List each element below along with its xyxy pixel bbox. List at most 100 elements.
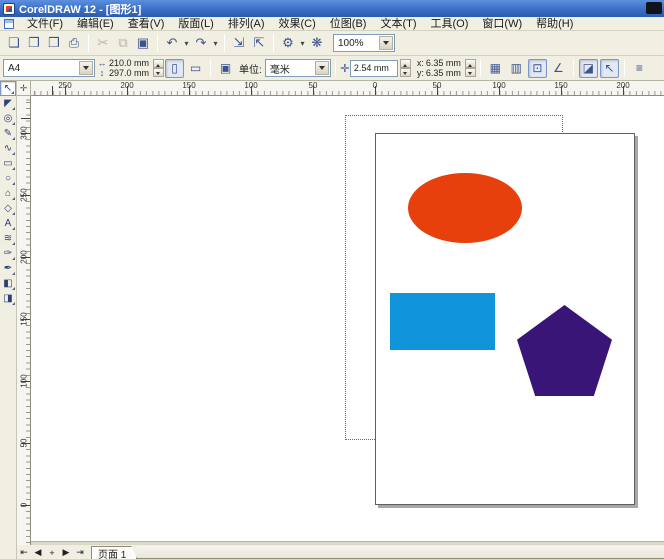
open-button[interactable]: ❐ (24, 33, 44, 53)
units-combo[interactable]: 毫米 (264, 59, 331, 77)
v-ruler-label: 50 (19, 438, 29, 448)
menu-items: 文件(F) 编辑(E) 查看(V) 版面(L) 排列(A) 效果(C) 位图(B) 文本(T)… (20, 17, 580, 31)
export-button[interactable]: ⇱ (249, 33, 269, 53)
menu-文件(F)[interactable]: 文件(F) (20, 17, 70, 31)
copy-button[interactable]: ⧉ (113, 33, 133, 53)
menu-帮助(H)[interactable]: 帮助(H) (529, 17, 580, 31)
units-value: 毫米 (269, 64, 290, 76)
portrait-button[interactable]: ▯ (165, 58, 185, 78)
paper-preset-combo[interactable]: A4 (3, 59, 95, 77)
title-bar: CorelDRAW 12 - [图形1] (0, 0, 664, 17)
app-launcher-button-dropdown-icon[interactable]: ▾ (298, 39, 307, 48)
menu-效果(C)[interactable]: 效果(C) (272, 17, 323, 31)
window-controls[interactable] (646, 2, 662, 14)
ellipse-tool[interactable]: ○ (0, 171, 16, 186)
last-page-button[interactable]: ⇥ (73, 546, 87, 559)
landscape-button[interactable]: ▭ (186, 59, 205, 78)
paste-button[interactable]: ▣ (133, 33, 153, 53)
treat-as-filled-button[interactable]: ◪ (578, 58, 598, 78)
menu-版面(L)[interactable]: 版面(L) (171, 17, 220, 31)
zoom-dropdown-arrow-icon[interactable] (379, 36, 393, 50)
v-ruler-label: 150 (19, 312, 29, 326)
standard-toolbar: ❏ ❐ ❒ ⎙ ✂ ⧉ ▣ ↶ ▾ ↷ ▾ ⇲ ⇱ ⚙ ▾ ❋ 100% (0, 31, 664, 56)
options-button[interactable]: ≡ (630, 59, 649, 78)
paper-preset-arrow-icon[interactable] (79, 61, 93, 75)
drawing-canvas[interactable] (31, 96, 664, 541)
eyedropper-tool[interactable]: ✑ (0, 246, 16, 261)
undo-button-dropdown-icon[interactable]: ▾ (182, 39, 191, 48)
dynamic-guides-button[interactable]: ∠ (549, 59, 568, 78)
standard-toolbar-buttons: ❏ ❐ ❒ ⎙ ✂ ⧉ ▣ ↶ ▾ ↷ ▾ ⇲ ⇱ ⚙ ▾ ❋ (4, 33, 327, 53)
nudge-spinner[interactable] (399, 59, 411, 77)
duplicate-x-value[interactable]: 6.35 mm (426, 58, 461, 68)
menu-窗口(W)[interactable]: 窗口(W) (475, 17, 529, 31)
interactive-blend-tool[interactable]: ≋ (0, 231, 16, 246)
v-ruler-label: 200 (19, 250, 29, 264)
tab-strip (137, 546, 664, 559)
v-ruler-label: 250 (19, 188, 29, 202)
polygon-tool[interactable]: ⌂ (0, 186, 16, 201)
redo-button-dropdown-icon[interactable]: ▾ (211, 39, 220, 48)
pick-tool[interactable]: ↖ (0, 81, 16, 96)
snap-to-guidelines-button[interactable]: ▥ (507, 59, 526, 78)
save-button[interactable]: ❒ (44, 33, 64, 53)
corel-online-button[interactable]: ❋ (307, 33, 327, 53)
coreldraw-window: { "window": { "title": "CorelDRAW 12 - [… (0, 0, 664, 559)
page-navigator: ⇤ ◀ + ▶ ⇥ 页面 1 (17, 545, 664, 559)
snap-to-objects-button[interactable]: ⊡ (527, 58, 547, 78)
menu-编辑(E)[interactable]: 编辑(E) (70, 17, 121, 31)
dual-page-button[interactable]: ▣ (216, 59, 235, 78)
rectangle-tool[interactable]: ▭ (0, 156, 16, 171)
snap-to-grid-button[interactable]: ▦ (486, 59, 505, 78)
paper-preset-value: A4 (8, 62, 21, 74)
horizontal-ruler[interactable]: 250 200 150 100 50 0 50 100 150 200 (31, 81, 664, 96)
fill-tool[interactable]: ◧ (0, 276, 16, 291)
cut-button[interactable]: ✂ (93, 33, 113, 53)
vertical-ruler[interactable]: 300 250 200 150 100 50 0 (17, 96, 31, 545)
separator (88, 34, 89, 52)
paper-height-value[interactable]: 297.0 mm (109, 68, 149, 78)
nudge-offset-field[interactable]: 2.54 mm (349, 59, 398, 77)
ellipse-shape[interactable] (408, 173, 522, 243)
document-icon[interactable] (4, 18, 14, 29)
prev-page-button[interactable]: ◀ (31, 546, 45, 559)
menu-排列(A)[interactable]: 排列(A) (221, 17, 272, 31)
new-button[interactable]: ❏ (4, 33, 24, 53)
units-arrow-icon[interactable] (314, 61, 329, 75)
zoom-level-combo[interactable]: 100% (333, 34, 395, 52)
outline-tool[interactable]: ✒ (0, 261, 16, 276)
undo-button[interactable]: ↶ (162, 33, 182, 53)
h-ruler-label: 250 (58, 81, 72, 90)
interactive-fill-tool[interactable]: ◨ (0, 291, 16, 306)
smart-drawing-tool[interactable]: ∿ (0, 141, 16, 156)
basic-shapes-tool[interactable]: ◇ (0, 201, 16, 216)
duplicate-y-value[interactable]: 6.35 mm (426, 68, 461, 78)
rectangle-shape[interactable] (390, 293, 495, 350)
paper-width-value[interactable]: 210.0 mm (109, 58, 149, 68)
print-button[interactable]: ⎙ (64, 33, 84, 53)
duplicate-x-label: x: (416, 58, 424, 68)
paper-size-spinner[interactable] (153, 59, 165, 77)
menu-位图(B)[interactable]: 位图(B) (323, 17, 374, 31)
add-page-button[interactable]: + (45, 546, 59, 559)
h-ruler-label: 50 (308, 81, 318, 90)
import-button[interactable]: ⇲ (229, 33, 249, 53)
menu-文本(T)[interactable]: 文本(T) (373, 17, 423, 31)
ruler-origin-button[interactable]: ✛ (17, 81, 31, 96)
v-ruler-label: 100 (19, 374, 29, 388)
first-page-button[interactable]: ⇤ (17, 546, 31, 559)
marquee-pick-button[interactable]: ↖ (599, 58, 619, 78)
zoom-tool[interactable]: ◎ (0, 111, 16, 126)
freehand-tool[interactable]: ✎ (0, 126, 16, 141)
text-tool[interactable]: A (0, 216, 16, 231)
menu-查看(V)[interactable]: 查看(V) (121, 17, 172, 31)
duplicate-distance-spinner[interactable] (464, 59, 476, 77)
next-page-button[interactable]: ▶ (59, 546, 73, 559)
shape-tool[interactable]: ◤ (0, 96, 16, 111)
page-tab[interactable]: 页面 1 (91, 546, 137, 559)
redo-button[interactable]: ↷ (191, 33, 211, 53)
app-icon[interactable] (3, 2, 15, 15)
menu-工具(O)[interactable]: 工具(O) (424, 17, 476, 31)
separator (224, 34, 225, 52)
app-launcher-button[interactable]: ⚙ (278, 33, 298, 53)
